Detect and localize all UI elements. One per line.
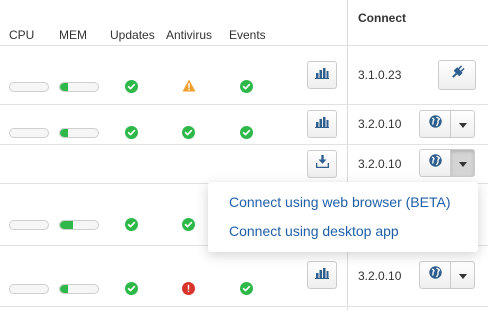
updates-ok-icon	[125, 282, 138, 295]
stats-button[interactable]	[307, 261, 337, 289]
column-header-updates: Updates	[110, 28, 155, 42]
cpu-bar	[9, 220, 49, 230]
connect-button[interactable]	[420, 262, 450, 288]
events-ok-icon	[240, 126, 253, 139]
column-header-connect: Connect	[358, 11, 406, 25]
column-header-mem: MEM	[59, 28, 87, 42]
column-header-events: Events	[229, 28, 266, 42]
connect-split-button	[419, 261, 475, 289]
cpu-bar	[9, 284, 49, 294]
updates-ok-icon	[125, 80, 138, 93]
connect-dropdown-toggle[interactable]	[450, 262, 474, 288]
menu-item-connect-desktop-app[interactable]: Connect using desktop app	[208, 222, 478, 251]
globe-icon	[428, 266, 442, 284]
plug-icon	[450, 65, 465, 85]
agent-version: 3.1.0.23	[358, 68, 402, 82]
stats-button[interactable]	[307, 61, 337, 89]
row-divider	[0, 104, 488, 105]
connect-dropdown-menu: Connect using web browser (BETA) Connect…	[208, 182, 478, 252]
connect-split-button	[419, 149, 475, 177]
header-divider	[0, 45, 488, 46]
mem-bar	[59, 220, 99, 230]
antivirus-ok-icon	[182, 218, 195, 231]
mem-bar-fill	[60, 129, 68, 137]
mem-bar-fill	[60, 83, 68, 91]
caret-down-icon	[458, 115, 467, 133]
agent-version: 3.2.0.10	[358, 117, 402, 131]
caret-down-icon	[458, 154, 467, 172]
bar-chart-icon	[315, 266, 329, 284]
row-divider	[0, 306, 488, 307]
connect-dropdown-toggle[interactable]	[450, 150, 474, 176]
mem-bar-fill	[60, 285, 68, 293]
column-divider	[347, 0, 348, 310]
connect-button[interactable]	[438, 60, 476, 90]
connect-button[interactable]	[420, 111, 450, 137]
updates-ok-icon	[125, 126, 138, 139]
bar-chart-icon	[315, 115, 329, 133]
cpu-bar	[9, 128, 49, 138]
mem-bar	[59, 128, 99, 138]
caret-down-icon	[458, 266, 467, 284]
stats-button[interactable]	[307, 110, 337, 138]
bar-chart-icon	[315, 66, 329, 84]
globe-icon	[428, 115, 442, 133]
updates-ok-icon	[125, 218, 138, 231]
mem-bar	[59, 82, 99, 92]
mem-bar-fill	[60, 221, 74, 229]
column-header-antivirus: Antivirus	[166, 28, 213, 42]
antivirus-error-icon	[182, 282, 195, 295]
antivirus-warning-icon	[182, 79, 196, 92]
events-ok-icon	[240, 80, 253, 93]
connect-button[interactable]	[420, 150, 450, 176]
column-header-cpu: CPU	[9, 28, 35, 42]
cpu-bar	[9, 82, 49, 92]
connect-dropdown-toggle[interactable]	[450, 111, 474, 137]
download-icon	[315, 155, 329, 173]
connect-split-button	[419, 110, 475, 138]
install-button[interactable]	[307, 150, 337, 178]
globe-icon	[428, 154, 442, 172]
menu-item-connect-web-browser[interactable]: Connect using web browser (BETA)	[208, 193, 478, 222]
antivirus-ok-icon	[182, 126, 195, 139]
events-ok-icon	[240, 282, 253, 295]
row-divider	[0, 144, 488, 145]
mem-bar	[59, 284, 99, 294]
agent-version: 3.2.0.10	[358, 269, 402, 283]
agent-version: 3.2.0.10	[358, 157, 402, 171]
